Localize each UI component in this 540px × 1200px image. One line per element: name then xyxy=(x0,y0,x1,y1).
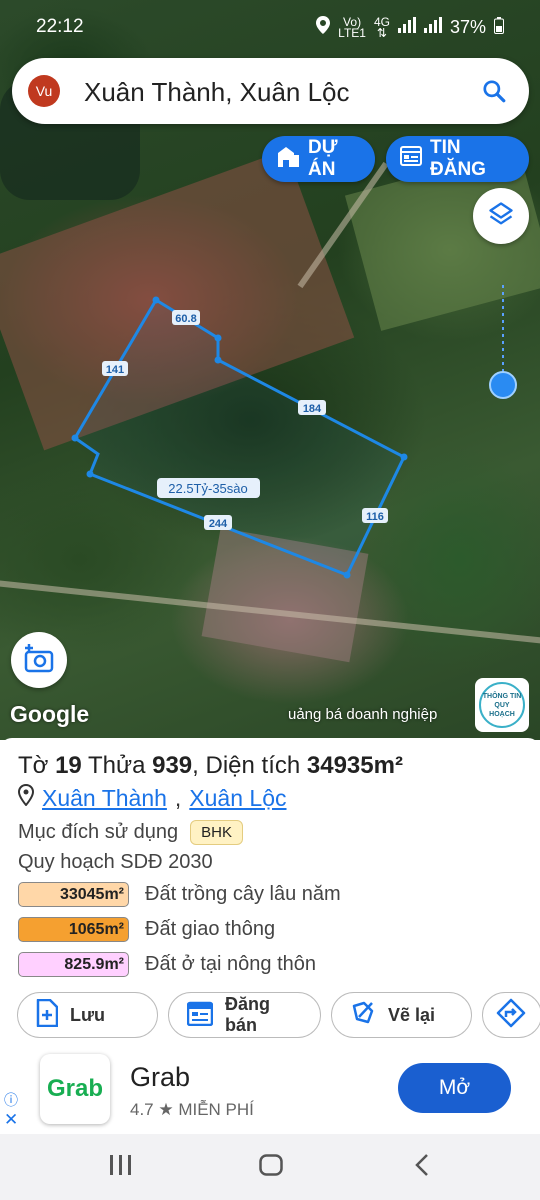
land-use-area: 33045m² xyxy=(18,882,129,907)
search-location-text[interactable]: Xuân Thành, Xuân Lộc xyxy=(84,77,350,108)
directions-icon xyxy=(496,998,526,1033)
battery-icon xyxy=(494,16,504,39)
layers-button[interactable] xyxy=(473,188,529,244)
add-photo-button[interactable] xyxy=(11,632,67,688)
save-file-icon xyxy=(36,998,59,1032)
plan-label: Quy hoạch SDĐ 2030 xyxy=(18,851,213,873)
land-use-row: 1065m² Đất giao thông xyxy=(18,917,275,942)
search-bar[interactable]: Vu Xuân Thành, Xuân Lộc xyxy=(12,58,529,124)
battery-percent: 37% xyxy=(449,17,486,37)
recent-apps-icon[interactable] xyxy=(109,1154,133,1183)
promo-text[interactable]: uảng bá doanh nghiệp xyxy=(288,706,437,723)
pin-icon xyxy=(17,783,35,812)
planning-info-label: THÔNG TIN QUY HOẠCH xyxy=(479,682,525,728)
land-use-label: Đất giao thông xyxy=(145,918,276,940)
land-use-row: 825.9m² Đất ở tại nông thôn xyxy=(18,952,316,977)
edge-label: 141 xyxy=(106,364,124,376)
directions-button[interactable] xyxy=(482,992,540,1038)
project-label: DỰ ÁN xyxy=(308,137,338,180)
ad-banner[interactable]: ⓘ ✕ Grab Grab 4.7 ★ MIỄN PHÍ Mở xyxy=(0,1046,540,1134)
project-button[interactable]: DỰ ÁN xyxy=(262,136,375,182)
ad-rating: 4.7 ★ MIỄN PHÍ xyxy=(130,1100,254,1119)
parcel-title: Tờ 19 Thửa 939, Diện tích 34935m² xyxy=(18,752,403,779)
signal-icon xyxy=(423,17,442,38)
parcel-price-label: 22.5Tỷ-35sào xyxy=(168,481,248,496)
building-icon xyxy=(276,145,300,173)
location-icon xyxy=(316,16,331,39)
grab-logo[interactable]: Grab xyxy=(40,1054,110,1124)
add-camera-icon xyxy=(23,643,55,678)
redraw-button[interactable]: Vẽ lại xyxy=(331,992,472,1038)
land-use-area: 825.9m² xyxy=(18,952,129,977)
status-time: 22:12 xyxy=(36,16,84,37)
signal-icon xyxy=(397,17,416,38)
land-use-label: Đất trồng cây lâu năm xyxy=(145,883,341,905)
district-link[interactable]: Xuân Lộc xyxy=(189,785,286,812)
purpose-tag: BHK xyxy=(190,820,243,845)
listing-label: TIN ĐĂNG xyxy=(430,137,486,180)
avatar[interactable]: Vu xyxy=(28,75,60,107)
purpose-label: Mục đích sử dụng xyxy=(18,821,179,843)
land-use-area: 1065m² xyxy=(18,917,129,942)
status-bar: 22:12 Vo) LTE1 4G ⇅ 37% xyxy=(0,0,540,52)
commune-link[interactable]: Xuân Thành xyxy=(42,785,167,812)
land-use-row: 33045m² Đất trồng cây lâu năm xyxy=(18,882,341,907)
system-nav-bar xyxy=(0,1134,540,1200)
ad-open-button[interactable]: Mở xyxy=(398,1063,511,1113)
edge-label: 60.8 xyxy=(175,313,196,325)
ad-close-icon[interactable]: ✕ xyxy=(4,1110,18,1130)
volte-icon: Vo) LTE1 xyxy=(338,14,366,40)
ad-info-icon[interactable]: ⓘ xyxy=(4,1090,18,1110)
planning-info-badge[interactable]: THÔNG TIN QUY HOẠCH xyxy=(475,678,529,732)
post-sale-button[interactable]: Đăng bán xyxy=(168,992,321,1038)
ad-app-name: Grab xyxy=(130,1062,191,1092)
my-location-dot xyxy=(489,371,517,399)
parcel-boundary[interactable] xyxy=(73,297,406,577)
parcel-location: Xuân Thành, Xuân Lộc xyxy=(17,783,287,812)
edge-label: 244 xyxy=(209,518,228,530)
listing-button[interactable]: TIN ĐĂNG xyxy=(386,136,529,182)
edge-label: 116 xyxy=(366,511,384,523)
network-type-icon: 4G ⇅ xyxy=(373,14,390,40)
google-logo: Google xyxy=(10,701,90,727)
land-use-label: Đất ở tại nông thôn xyxy=(145,953,317,975)
land-purpose-row: Mục đích sử dụng BHK xyxy=(18,820,243,845)
action-bar: Lưu Đăng bán Vẽ lại xyxy=(17,992,540,1038)
search-icon[interactable] xyxy=(481,78,507,109)
back-icon[interactable] xyxy=(414,1154,430,1183)
edge-label: 184 xyxy=(303,403,322,415)
save-button[interactable]: Lưu xyxy=(17,992,158,1038)
listing-icon xyxy=(400,146,422,172)
home-icon[interactable] xyxy=(259,1154,283,1183)
draw-pen-icon xyxy=(350,1000,376,1031)
calendar-icon xyxy=(186,1000,214,1031)
layers-icon xyxy=(487,200,515,233)
